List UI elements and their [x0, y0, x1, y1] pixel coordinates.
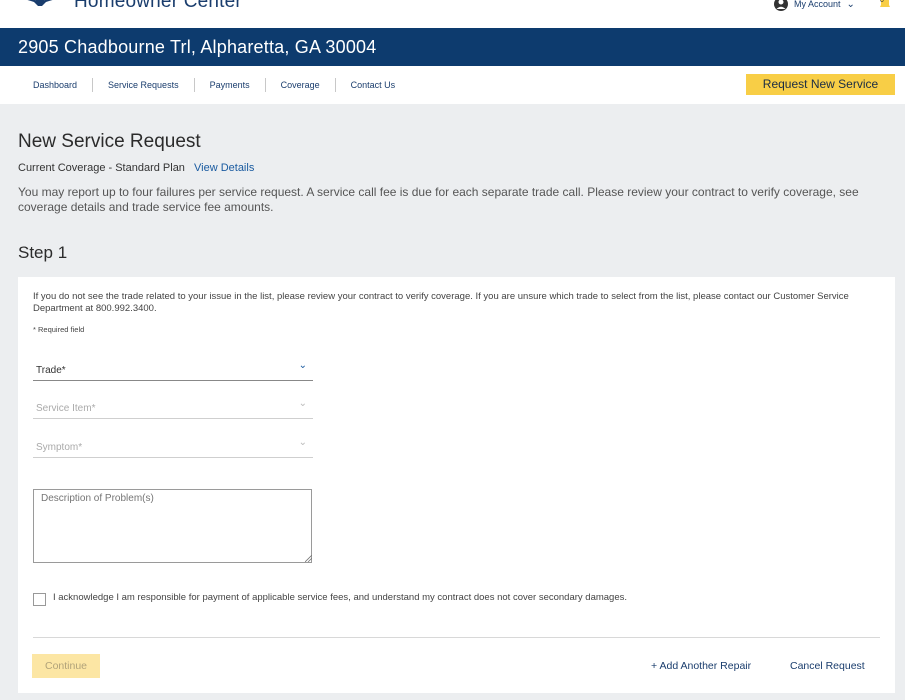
symptom-select[interactable]: Symptom* ⌄	[33, 437, 313, 458]
notification-count: 0	[880, 0, 884, 4]
app-title: Homeowner Center	[74, 0, 242, 12]
trade-help-text: If you do not see the trade related to y…	[33, 291, 849, 314]
acknowledgement-checkbox[interactable]	[33, 593, 46, 606]
add-another-repair-link[interactable]: + Add Another Repair	[651, 660, 751, 672]
cancel-request-link[interactable]: Cancel Request	[790, 660, 865, 672]
nav-item-payments[interactable]: Payments	[195, 78, 266, 92]
description-textarea[interactable]	[33, 489, 312, 563]
my-account-menu[interactable]: My Account ⌄	[774, 0, 855, 11]
nav-item-service-requests[interactable]: Service Requests	[93, 78, 195, 92]
my-account-label: My Account	[794, 0, 841, 9]
symptom-label: Symptom*	[36, 442, 83, 453]
trade-label: Trade*	[36, 365, 66, 376]
page-title: New Service Request	[18, 131, 201, 152]
property-address: 2905 Chadbourne Trl, Alpharetta, GA 3000…	[18, 37, 377, 57]
coverage-text: Current Coverage - Standard Plan	[18, 162, 185, 174]
view-details-link[interactable]: View Details	[194, 162, 254, 174]
nav-item-dashboard[interactable]: Dashboard	[18, 78, 94, 92]
trade-select[interactable]: Trade* ⌄	[33, 360, 313, 381]
top-header: Homeowner Center My Account ⌄ 0	[0, 0, 905, 28]
nav-item-coverage[interactable]: Coverage	[266, 78, 336, 92]
service-request-form: If you do not see the trade related to y…	[18, 277, 895, 693]
user-avatar-icon	[774, 0, 788, 11]
chevron-down-icon: ⌄	[298, 398, 307, 409]
address-bar: 2905 Chadbourne Trl, Alpharetta, GA 3000…	[0, 28, 905, 66]
continue-button[interactable]: Continue	[32, 654, 100, 678]
current-coverage: Current Coverage - Standard Plan View De…	[18, 162, 254, 174]
chevron-down-icon: ⌄	[298, 437, 307, 448]
intro-text: You may report up to four failures per s…	[18, 185, 859, 214]
chevron-down-icon: ⌄	[298, 360, 307, 371]
resize-handle-icon[interactable]	[305, 555, 312, 562]
request-new-service-button[interactable]: Request New Service	[746, 74, 895, 95]
divider	[33, 637, 880, 638]
eagle-logo-icon[interactable]	[18, 0, 62, 14]
nav-item-contact-us[interactable]: Contact Us	[336, 78, 411, 92]
step-title: Step 1	[18, 243, 68, 262]
nav-items: Dashboard Service Requests Payments Cove…	[18, 78, 410, 92]
required-field-note: * Required field	[33, 325, 85, 334]
acknowledgement-text: I acknowledge I am responsible for payme…	[53, 592, 628, 603]
service-item-label: Service Item*	[36, 403, 96, 414]
service-item-select[interactable]: Service Item* ⌄	[33, 398, 313, 419]
main-nav: Dashboard Service Requests Payments Cove…	[0, 66, 905, 104]
acknowledgement-row: I acknowledge I am responsible for payme…	[33, 592, 627, 606]
chevron-down-icon: ⌄	[846, 0, 855, 10]
